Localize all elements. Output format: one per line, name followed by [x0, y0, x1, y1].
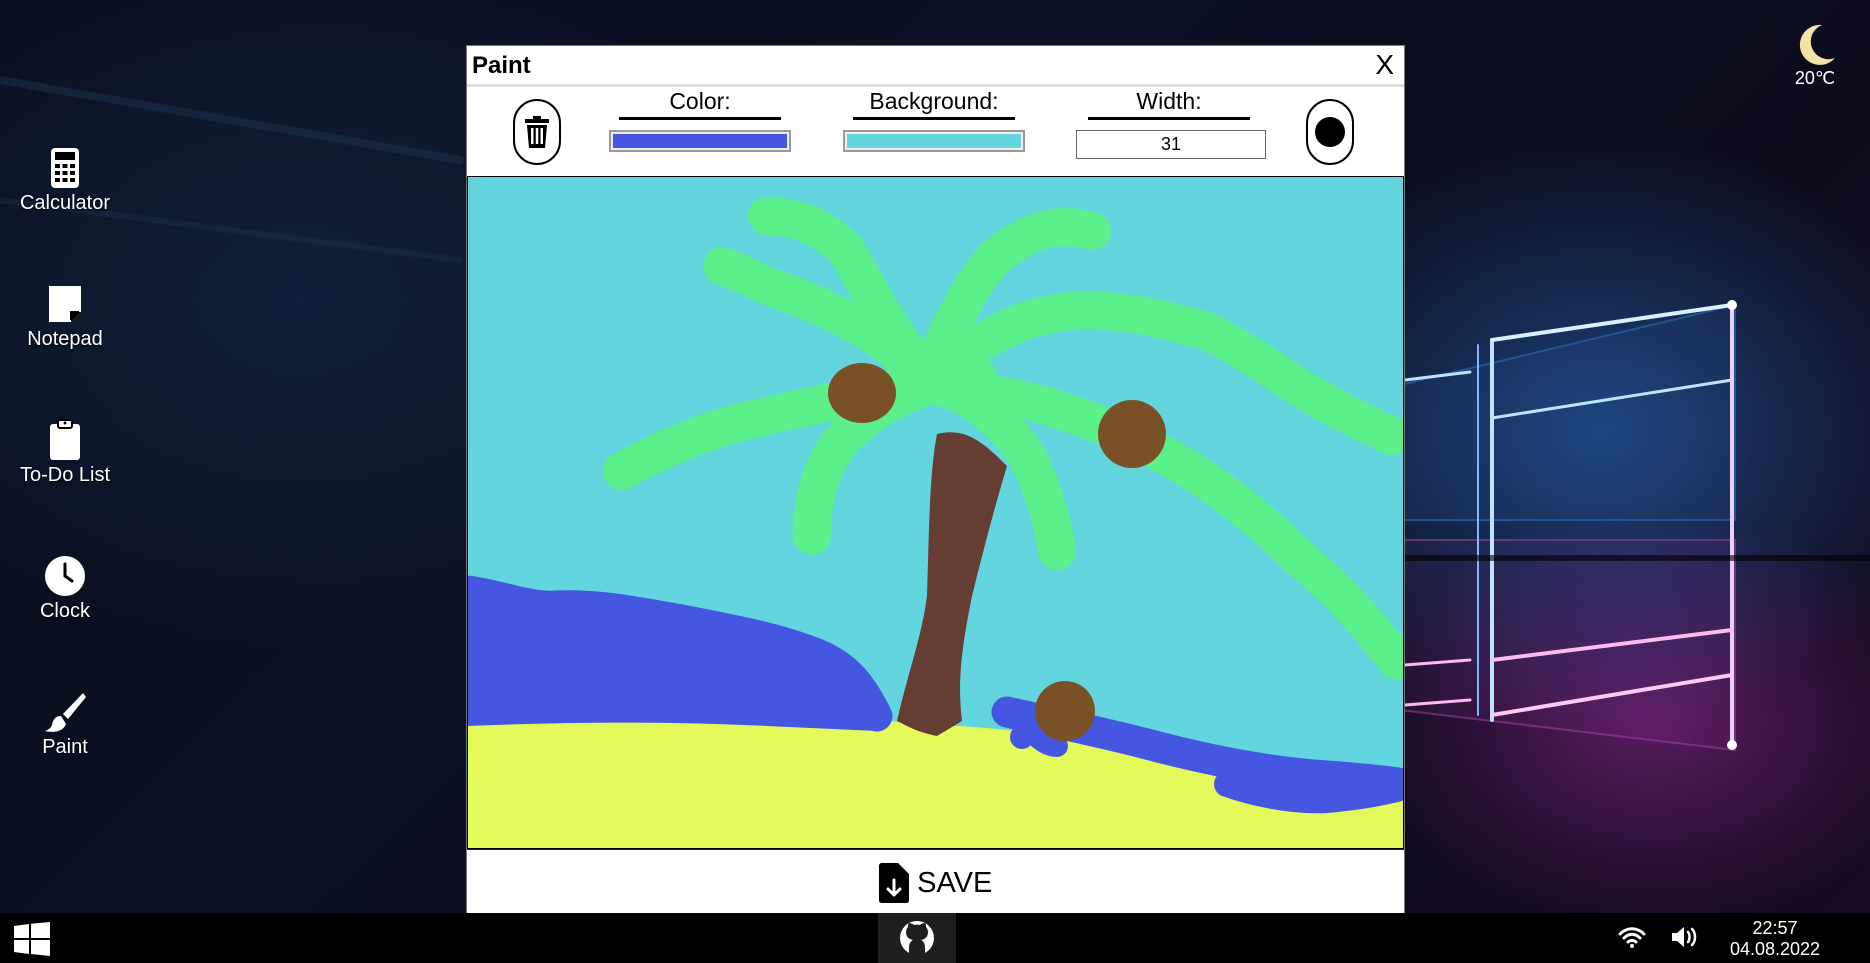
paint-window: Paint X Color: Background: Width: 31 SAV… [466, 45, 1405, 917]
background-picker-group: Background: [841, 87, 1027, 152]
divider [853, 117, 1015, 120]
desktop-icon-label: Paint [42, 736, 88, 758]
desktop-icon-label: Notepad [27, 328, 103, 350]
desktop-icon-calculator[interactable]: Calculator [0, 146, 130, 215]
save-button[interactable]: SAVE [878, 863, 993, 903]
background-label: Background: [869, 88, 999, 114]
notepad-icon [49, 286, 81, 322]
window-title: Paint [472, 52, 531, 79]
start-button[interactable] [14, 922, 50, 961]
color-picker-group: Color: [607, 87, 793, 152]
drawing-canvas[interactable] [467, 176, 1404, 850]
desktop-icon-clock[interactable]: Clock [0, 554, 130, 623]
title-bar[interactable]: Paint X [467, 46, 1404, 87]
drawing [467, 176, 1404, 849]
width-group: Width: 31 [1076, 87, 1266, 159]
trash-icon [525, 116, 549, 148]
color-swatch [613, 134, 787, 148]
save-label: SAVE [917, 866, 993, 899]
windows-icon [14, 922, 50, 956]
desktop-icon-todo-list[interactable]: To-Do List [0, 418, 130, 487]
weather-widget[interactable]: 20℃ [1780, 22, 1850, 89]
clock-icon [45, 556, 85, 596]
desktop-icon-label: Calculator [19, 192, 111, 214]
temperature-label: 20℃ [1794, 68, 1836, 88]
desktop-icon-paint[interactable]: Paint [0, 690, 130, 759]
paint-toolbar: Color: Background: Width: 31 [467, 87, 1404, 180]
github-button[interactable] [878, 913, 956, 963]
paintbrush-icon [45, 693, 86, 732]
clock-time: 22:57 [1752, 918, 1798, 938]
divider [1088, 117, 1250, 120]
width-label: Width: [1136, 88, 1202, 114]
taskbar: 22:57 04.08.2022 [0, 913, 1870, 963]
color-label: Color: [669, 88, 731, 114]
save-bar: SAVE [467, 851, 1404, 917]
desktop-icon-label: To-Do List [19, 464, 111, 486]
desktop-icon-notepad[interactable]: Notepad [0, 282, 130, 351]
file-download-icon [878, 863, 909, 903]
clock-date: 04.08.2022 [1729, 939, 1821, 959]
desktop-icon-label: Clock [39, 600, 90, 622]
moon-icon [1799, 24, 1835, 65]
background-picker[interactable] [843, 130, 1025, 152]
width-input[interactable]: 31 [1076, 130, 1266, 159]
calculator-icon [51, 148, 79, 188]
clear-canvas-button[interactable] [513, 99, 561, 165]
clipboard-icon [50, 419, 80, 460]
divider [619, 117, 781, 120]
volume-icon[interactable] [1670, 925, 1700, 949]
brush-tool-button[interactable] [1306, 99, 1354, 165]
background-swatch [847, 134, 1021, 148]
close-button[interactable]: X [1375, 49, 1394, 81]
github-icon [900, 921, 934, 956]
color-picker[interactable] [609, 130, 791, 152]
taskbar-clock[interactable]: 22:57 04.08.2022 [1720, 918, 1830, 960]
brush-dot-icon [1315, 117, 1345, 147]
wifi-icon[interactable] [1618, 926, 1646, 948]
